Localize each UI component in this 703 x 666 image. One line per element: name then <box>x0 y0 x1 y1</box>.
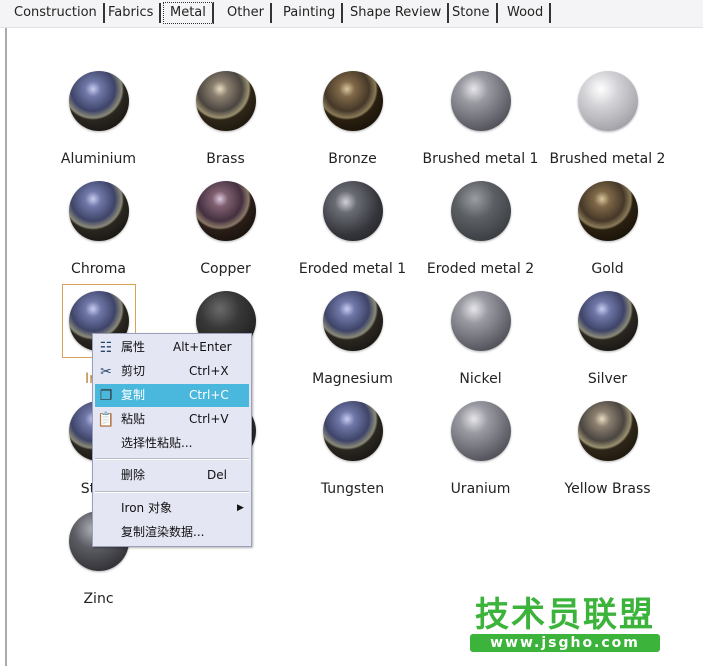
material-thumbnail-frame <box>544 291 671 351</box>
material-sphere-preview <box>322 291 383 351</box>
material-item[interactable]: Aluminium <box>35 71 162 167</box>
material-sphere-preview <box>450 291 511 351</box>
menu-item-copy[interactable]: ❐ 复制 Ctrl+C <box>95 384 249 407</box>
material-item[interactable]: Gold <box>544 181 671 277</box>
material-sphere-preview <box>322 401 383 461</box>
material-sphere-preview <box>577 291 638 351</box>
material-label: Tungsten <box>320 481 385 497</box>
material-item[interactable]: Brushed metal 2 <box>544 71 671 167</box>
material-item[interactable]: Copper <box>162 181 289 277</box>
material-sphere-preview <box>450 401 511 461</box>
menu-item-paste[interactable]: 📋 粘贴 Ctrl+V <box>95 408 249 431</box>
material-label: Chroma <box>71 261 126 277</box>
material-item[interactable]: Brushed metal 1 <box>417 71 544 167</box>
material-thumbnail-frame <box>417 181 544 241</box>
scissors-icon: ✂ <box>100 364 112 380</box>
material-item[interactable]: Magnesium <box>289 291 416 387</box>
material-label: Copper <box>200 261 251 277</box>
material-item[interactable]: Tungsten <box>289 401 416 497</box>
copy-icon: ❐ <box>99 388 113 404</box>
material-item[interactable]: Uranium <box>417 401 544 497</box>
material-label: Aluminium <box>60 151 137 167</box>
material-label: Gold <box>591 261 624 277</box>
material-item[interactable]: Chroma <box>35 181 162 277</box>
material-thumbnail-frame <box>35 71 162 131</box>
material-label: Brushed metal 2 <box>549 151 666 167</box>
material-thumbnail-frame <box>544 71 671 131</box>
material-thumbnail-frame <box>289 291 416 351</box>
properties-icon: ☷ <box>99 340 113 356</box>
material-item[interactable]: Silver <box>544 291 671 387</box>
tab-shape-review[interactable]: Shape Review <box>344 3 450 23</box>
material-sphere-preview <box>68 71 129 131</box>
menu-item-paste-special[interactable]: 选择性粘贴... <box>95 432 249 455</box>
tab-fabrics[interactable]: Fabrics <box>102 3 162 23</box>
material-sphere-preview <box>450 71 511 131</box>
material-label: Magnesium <box>312 371 393 387</box>
material-thumbnail-frame <box>289 181 416 241</box>
watermark-logo: 技术员联盟 www.jsgho.com <box>470 596 660 652</box>
material-item[interactable]: Eroded metal 2 <box>417 181 544 277</box>
material-thumbnail-frame <box>417 401 544 461</box>
material-label: Brass <box>206 151 245 167</box>
tab-wood[interactable]: Wood <box>501 3 552 23</box>
material-thumbnail-frame <box>417 291 544 351</box>
menu-item-properties[interactable]: ☷ 属性 Alt+Enter <box>95 336 249 359</box>
paste-icon: 📋 <box>97 412 115 428</box>
material-thumbnail-frame <box>289 71 416 131</box>
material-sphere-preview <box>577 181 638 241</box>
menu-item-delete[interactable]: 删除 Del <box>95 464 249 487</box>
material-thumbnail-frame <box>162 181 289 241</box>
material-sphere-preview <box>577 71 638 131</box>
material-label: Bronze <box>328 151 377 167</box>
menu-item-copy-render-data[interactable]: 复制渲染数据... <box>95 521 249 544</box>
material-label: Zinc <box>83 591 114 607</box>
tab-metal[interactable]: Metal <box>163 2 214 24</box>
material-label: Uranium <box>450 481 511 497</box>
submenu-arrow-icon: ▶ <box>237 503 244 513</box>
material-sphere-preview <box>195 71 256 131</box>
material-thumbnail-frame <box>162 71 289 131</box>
material-thumbnail-frame <box>544 401 671 461</box>
tab-painting[interactable]: Painting <box>277 3 344 23</box>
material-item[interactable]: Eroded metal 1 <box>289 181 416 277</box>
context-menu: ☷ 属性 Alt+Enter ✂ 剪切 Ctrl+X ❐ 复制 Ctrl+C 📋… <box>92 333 252 547</box>
material-sphere-preview <box>322 181 383 241</box>
material-sphere-preview <box>577 401 638 461</box>
tab-construction[interactable]: Construction <box>8 3 105 23</box>
material-label: Brushed metal 1 <box>422 151 539 167</box>
material-label: Eroded metal 1 <box>298 261 407 277</box>
material-sphere-preview <box>322 71 383 131</box>
material-label: Eroded metal 2 <box>426 261 535 277</box>
menu-item-cut[interactable]: ✂ 剪切 Ctrl+X <box>95 360 249 383</box>
material-sphere-preview <box>68 181 129 241</box>
material-sphere-preview <box>450 181 511 241</box>
material-item[interactable]: Brass <box>162 71 289 167</box>
material-label: Yellow Brass <box>564 481 651 497</box>
material-label: Silver <box>587 371 628 387</box>
material-item[interactable]: Yellow Brass <box>544 401 671 497</box>
menu-separator <box>95 458 249 460</box>
material-sphere-preview <box>195 181 256 241</box>
material-label: Nickel <box>459 371 502 387</box>
material-thumbnail-frame <box>417 71 544 131</box>
menu-item-iron-object[interactable]: Iron 对象 ▶ <box>95 497 249 520</box>
material-thumbnail-frame <box>35 181 162 241</box>
material-item[interactable]: Bronze <box>289 71 416 167</box>
material-tab-bar: Construction Fabrics Metal Other Paintin… <box>0 0 703 28</box>
tab-stone[interactable]: Stone <box>446 3 498 23</box>
material-item[interactable]: Nickel <box>417 291 544 387</box>
material-thumbnail-frame <box>289 401 416 461</box>
menu-separator <box>95 491 249 493</box>
material-thumbnail-frame <box>544 181 671 241</box>
tab-other[interactable]: Other <box>221 3 272 23</box>
